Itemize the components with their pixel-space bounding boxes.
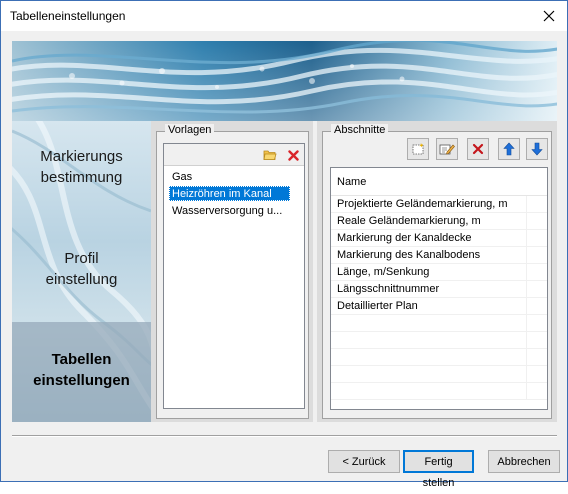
- table-row[interactable]: Längsschnittnummer: [331, 281, 547, 298]
- templates-toolbar: [164, 144, 304, 166]
- templates-group-title: Vorlagen: [165, 124, 215, 136]
- nav-item-tabelleneinstellungen[interactable]: Tabellen einstellungen: [12, 322, 151, 422]
- table-row[interactable]: Länge, m/Senkung: [331, 264, 547, 281]
- table-cell-name: [331, 332, 527, 349]
- title-bar[interactable]: Tabelleneinstellungen: [1, 1, 567, 31]
- table-row[interactable]: [331, 332, 547, 349]
- table-row[interactable]: [331, 349, 547, 366]
- arrow-up-icon: [503, 142, 515, 156]
- delete-icon: [472, 143, 484, 155]
- table-row[interactable]: Reale Geländemarkierung, m: [331, 213, 547, 230]
- table-cell-name: Detaillierter Plan: [331, 298, 527, 315]
- nav-item-label-line1: Markierungs: [40, 148, 123, 165]
- nav-item-label-line2: einstellung: [45, 271, 118, 288]
- nav-item-label-line1: Tabellen: [51, 351, 112, 368]
- nav-item-profileinstellung[interactable]: Profil einstellung: [12, 248, 151, 290]
- table-cell-name: [331, 315, 527, 332]
- table-cell-name: Markierung der Kanaldecke: [331, 230, 527, 247]
- sections-grid[interactable]: Name Projektierte Geländemarkierung, m Re…: [330, 167, 548, 410]
- arrow-down-icon: [531, 142, 543, 156]
- window-title: Tabelleneinstellungen: [10, 9, 126, 23]
- nav-item-label-line1: Profil: [64, 250, 99, 267]
- edit-section-button[interactable]: [436, 138, 458, 160]
- table-cell-name: [331, 366, 527, 383]
- new-section-icon: [412, 143, 424, 155]
- column-header-name[interactable]: Name: [331, 168, 547, 196]
- cancel-button[interactable]: Abbrechen: [488, 450, 560, 473]
- open-folder-icon[interactable]: [262, 147, 278, 163]
- delete-section-button[interactable]: [467, 138, 489, 160]
- template-item-gas[interactable]: Gas: [170, 170, 194, 185]
- edit-icon: [439, 144, 455, 155]
- table-row[interactable]: Detaillierter Plan: [331, 298, 547, 315]
- table-cell-name: Markierung des Kanalbodens: [331, 247, 527, 264]
- table-cell-name: Projektierte Geländemarkierung, m: [331, 196, 527, 213]
- nav-item-label-line2: einstellungen: [33, 372, 130, 389]
- finish-button[interactable]: Fertig stellen: [403, 450, 474, 489]
- close-icon: [543, 10, 555, 22]
- table-cell-name: Reale Geländemarkierung, m: [331, 213, 527, 230]
- table-row[interactable]: [331, 366, 547, 383]
- table-cell-name: [331, 383, 527, 400]
- close-button[interactable]: [531, 1, 567, 31]
- templates-list[interactable]: Gas Heizröhren im Kanal Wasserversorgung…: [163, 143, 305, 409]
- move-down-button[interactable]: [526, 138, 548, 160]
- table-cell-name: Länge, m/Senkung: [331, 264, 527, 281]
- dialog-window: Tabellen einstellungen Markierungs bestim…: [0, 0, 568, 489]
- sections-group-title: Abschnitte: [331, 124, 389, 136]
- back-button[interactable]: < Zurück: [328, 450, 400, 473]
- template-item-wasserversorgung[interactable]: Wasserversorgung u...: [170, 204, 284, 219]
- table-row[interactable]: [331, 383, 547, 400]
- table-row[interactable]: Markierung der Kanaldecke: [331, 230, 547, 247]
- table-cell-name: Längsschnittnummer: [331, 281, 527, 298]
- table-cell-name: [331, 349, 527, 366]
- delete-icon[interactable]: [285, 147, 301, 163]
- footer-separator: [12, 435, 557, 437]
- nav-item-label-line2: bestimmung: [40, 169, 123, 186]
- new-section-button[interactable]: [407, 138, 429, 160]
- nav-item-markierungsbestimmung[interactable]: Markierungs bestimmung: [12, 146, 151, 188]
- template-item-heizroehren[interactable]: Heizröhren im Kanal: [169, 186, 290, 201]
- move-up-button[interactable]: [498, 138, 520, 160]
- header-banner: [12, 41, 557, 121]
- wizard-nav: Markierungs bestimmung Profil einstellun…: [12, 121, 151, 422]
- table-row[interactable]: Markierung des Kanalbodens: [331, 247, 547, 264]
- table-row[interactable]: [331, 315, 547, 332]
- table-row[interactable]: Projektierte Geländemarkierung, m: [331, 196, 547, 213]
